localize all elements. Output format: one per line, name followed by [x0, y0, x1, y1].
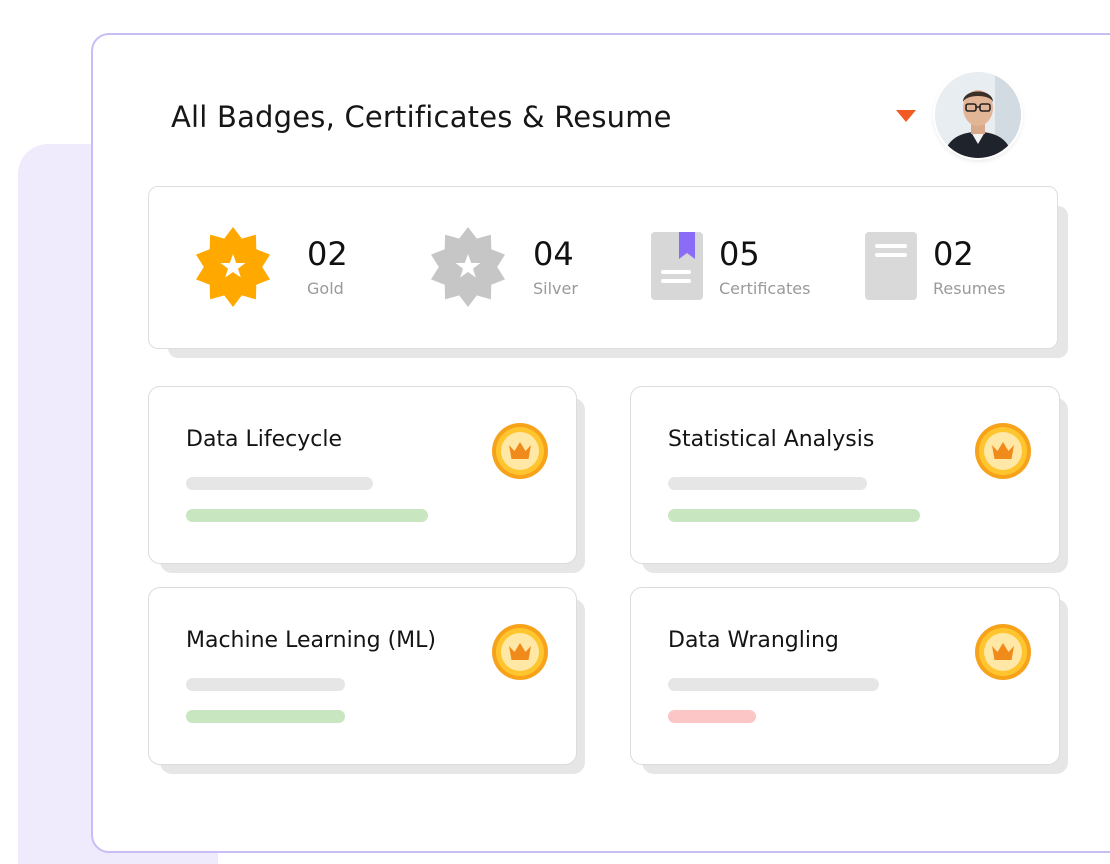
profile-dropdown-button[interactable] — [893, 106, 919, 126]
course-progress-bar — [668, 710, 756, 723]
stat-gold[interactable]: 02 Gold — [193, 187, 393, 348]
course-card-data-lifecycle[interactable]: Data Lifecycle — [148, 386, 577, 564]
course-card-statistical-analysis[interactable]: Statistical Analysis — [630, 386, 1060, 564]
user-avatar[interactable] — [935, 72, 1021, 158]
course-subtitle-placeholder — [668, 477, 867, 490]
crown-medal-icon — [492, 624, 548, 680]
gold-badge-icon — [196, 227, 270, 307]
stat-resumes-value: 02 — [933, 235, 974, 273]
course-card-machine-learning[interactable]: Machine Learning (ML) — [148, 587, 577, 765]
course-card-data-wrangling[interactable]: Data Wrangling — [630, 587, 1060, 765]
silver-badge-icon — [431, 227, 505, 307]
course-subtitle-placeholder — [186, 678, 345, 691]
course-progress-bar — [668, 509, 920, 522]
course-title: Data Wrangling — [668, 628, 839, 653]
page-title: All Badges, Certificates & Resume — [171, 100, 672, 134]
avatar-photo — [935, 72, 1021, 158]
stat-certificates-value: 05 — [719, 235, 760, 273]
stat-silver[interactable]: 04 Silver — [428, 187, 628, 348]
stat-silver-value: 04 — [533, 235, 574, 273]
crown-medal-icon — [975, 423, 1031, 479]
stat-gold-value: 02 — [307, 235, 348, 273]
crown-medal-icon — [975, 624, 1031, 680]
stat-gold-label: Gold — [307, 279, 344, 298]
stat-silver-label: Silver — [533, 279, 578, 298]
stats-card: 02 Gold 04 Silver 05 Certificates 02 Res… — [148, 186, 1058, 349]
course-subtitle-placeholder — [186, 477, 373, 490]
course-title: Data Lifecycle — [186, 427, 343, 452]
stat-certificates[interactable]: 05 Certificates — [651, 187, 851, 348]
course-title: Machine Learning (ML) — [186, 628, 436, 653]
course-progress-bar — [186, 710, 345, 723]
course-title: Statistical Analysis — [668, 427, 875, 452]
certificate-icon — [651, 232, 703, 300]
course-progress-bar — [186, 509, 428, 522]
stat-certificates-label: Certificates — [719, 279, 811, 298]
crown-medal-icon — [492, 423, 548, 479]
resume-icon — [865, 232, 917, 300]
stat-resumes-label: Resumes — [933, 279, 1006, 298]
stat-resumes[interactable]: 02 Resumes — [865, 187, 1045, 348]
course-subtitle-placeholder — [668, 678, 879, 691]
caret-down-icon — [896, 110, 916, 122]
